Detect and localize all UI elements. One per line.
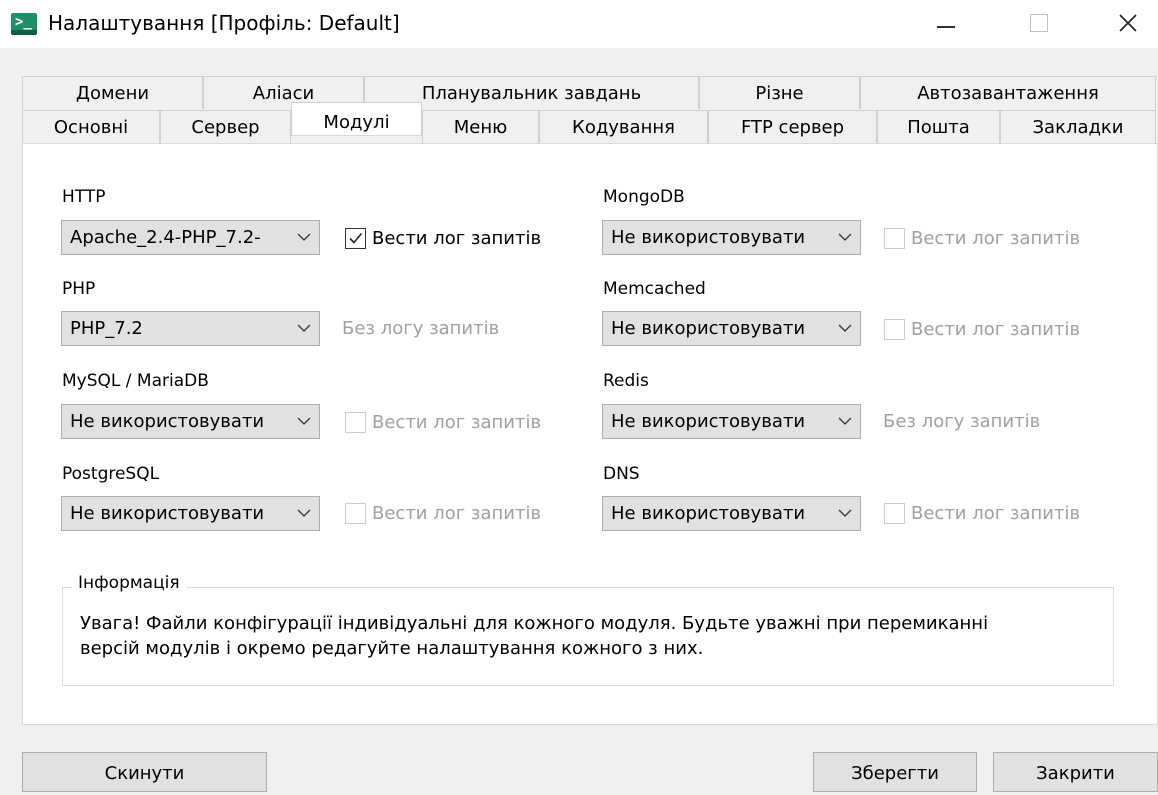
checkmark-icon (349, 232, 363, 244)
mongodb-select[interactable]: Не використовувати (602, 220, 861, 255)
memcached-log-label: Вести лог запитів (911, 319, 1081, 340)
close-window-button[interactable] (1096, 0, 1158, 48)
redis-label: Redis (603, 371, 649, 391)
mysql-select-value: Не використовувати (70, 411, 265, 432)
chevron-down-icon (838, 509, 852, 517)
mysql-log-label: Вести лог запитів (372, 412, 542, 433)
dns-label: DNS (603, 464, 640, 484)
chevron-down-icon (297, 417, 311, 425)
php-label: PHP (62, 279, 96, 299)
redis-no-log-text: Без логу запитів (883, 411, 1041, 432)
postgresql-log-checkbox[interactable] (345, 503, 366, 524)
mongodb-label: MongoDB (603, 187, 685, 207)
tab-ftp-server[interactable]: FTP сервер (708, 110, 877, 144)
close-icon (1119, 14, 1137, 32)
info-message: Увага! Файли конфігурації індивідуальні … (80, 611, 1100, 661)
php-no-log-text: Без логу запитів (342, 318, 500, 339)
info-group-title: Інформація (72, 573, 186, 593)
http-label: HTTP (62, 187, 106, 207)
mysql-label: MySQL / MariaDB (62, 371, 209, 391)
php-select[interactable]: PHP_7.2 (61, 311, 320, 346)
dns-select[interactable]: Не використовувати (602, 496, 861, 531)
redis-select[interactable]: Не використовувати (602, 404, 861, 439)
minimize-button[interactable] (915, 0, 977, 48)
memcached-label: Memcached (603, 279, 706, 299)
save-button[interactable]: Зберегти (813, 752, 977, 792)
info-line-2: версій модулів і окремо редагуйте налашт… (80, 638, 704, 659)
mysql-select[interactable]: Не використовувати (61, 404, 320, 439)
chevron-down-icon (297, 233, 311, 241)
maximize-button[interactable] (1006, 0, 1068, 48)
memcached-log-checkbox[interactable] (884, 319, 905, 340)
dns-log-label: Вести лог запитів (911, 503, 1081, 524)
mongodb-log-checkbox[interactable] (884, 228, 905, 249)
memcached-select-value: Не використовувати (611, 318, 806, 339)
close-button[interactable]: Закрити (993, 752, 1158, 792)
info-line-1: Увага! Файли конфігурації індивідуальні … (80, 613, 989, 634)
php-select-value: PHP_7.2 (70, 318, 143, 339)
postgresql-label: PostgreSQL (62, 464, 160, 484)
chevron-down-icon (838, 324, 852, 332)
http-select-value: Apache_2.4-PHP_7.2- (70, 227, 261, 248)
chevron-down-icon (297, 509, 311, 517)
tab-misc[interactable]: Різне (699, 76, 860, 109)
memcached-select[interactable]: Не використовувати (602, 311, 861, 346)
mongodb-log-label: Вести лог запитів (911, 228, 1081, 249)
postgresql-select[interactable]: Не використовувати (61, 496, 320, 531)
window-title: Налаштування [Профіль: Default] (48, 11, 400, 35)
tab-bookmarks[interactable]: Закладки (1000, 110, 1156, 144)
chevron-down-icon (838, 233, 852, 241)
mysql-log-checkbox[interactable] (345, 412, 366, 433)
mongodb-select-value: Не використовувати (611, 227, 806, 248)
http-log-label: Вести лог запитів (372, 228, 542, 249)
redis-select-value: Не використовувати (611, 411, 806, 432)
reset-button[interactable]: Скинути (22, 752, 267, 792)
http-log-checkbox[interactable] (345, 228, 366, 249)
postgresql-log-label: Вести лог запитів (372, 503, 542, 524)
http-select[interactable]: Apache_2.4-PHP_7.2- (61, 220, 320, 255)
chevron-down-icon (297, 324, 311, 332)
tab-autostart[interactable]: Автозавантаження (860, 76, 1156, 109)
postgresql-select-value: Не використовувати (70, 503, 265, 524)
dns-select-value: Не використовувати (611, 503, 806, 524)
tab-general[interactable]: Основні (22, 110, 160, 144)
tab-menu[interactable]: Меню (422, 110, 539, 144)
tab-domains[interactable]: Домени (22, 76, 203, 109)
chevron-down-icon (838, 417, 852, 425)
dns-log-checkbox[interactable] (884, 503, 905, 524)
tab-encoding[interactable]: Кодування (539, 110, 708, 144)
tab-modules[interactable]: Модулі (291, 102, 422, 136)
tab-server[interactable]: Сервер (160, 110, 291, 144)
tab-mail[interactable]: Пошта (877, 110, 1000, 144)
terminal-icon: >_ (11, 13, 37, 35)
title-bar: >_ Налаштування [Профіль: Default] (0, 0, 1158, 48)
